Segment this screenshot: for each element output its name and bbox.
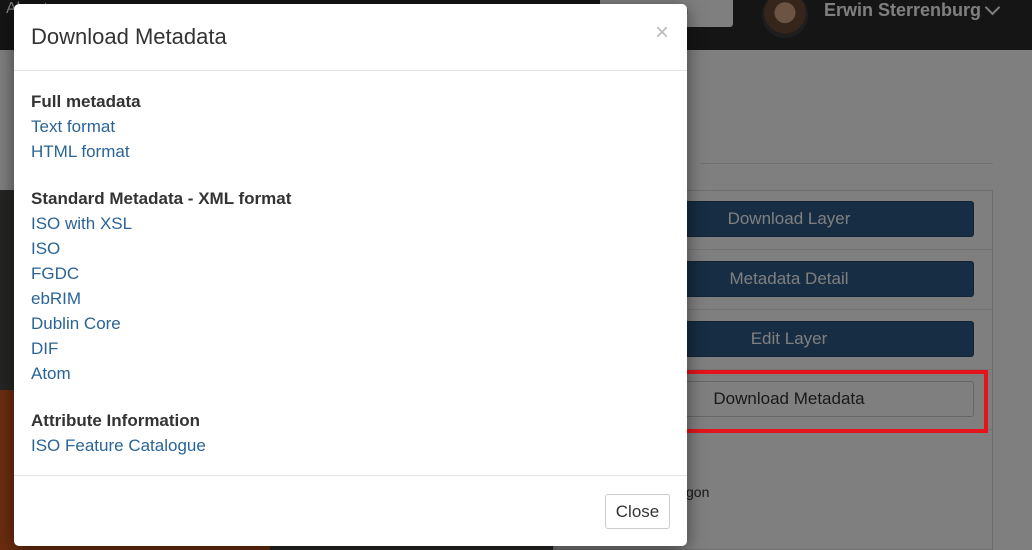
modal-footer: Close — [14, 475, 687, 546]
link-ebrim[interactable]: ebRIM — [31, 286, 671, 311]
modal-body: Full metadata Text format HTML format St… — [31, 89, 671, 480]
section-full-metadata: Full metadata Text format HTML format — [31, 89, 671, 164]
close-icon[interactable]: × — [655, 21, 669, 45]
modal-header: Download Metadata × — [14, 4, 687, 71]
modal-title: Download Metadata — [31, 24, 227, 49]
section-title: Attribute Information — [31, 411, 201, 430]
link-dif[interactable]: DIF — [31, 336, 671, 361]
section-title: Standard Metadata - XML format — [31, 189, 292, 208]
link-iso-feature-catalogue[interactable]: ISO Feature Catalogue — [31, 433, 671, 458]
section-standard-metadata: Standard Metadata - XML format ISO with … — [31, 186, 671, 386]
link-atom[interactable]: Atom — [31, 361, 671, 386]
link-dublin-core[interactable]: Dublin Core — [31, 311, 671, 336]
highlight-annotation — [660, 370, 988, 433]
download-metadata-modal: Download Metadata × Full metadata Text f… — [14, 4, 687, 546]
link-html-format[interactable]: HTML format — [31, 139, 671, 164]
link-text-format[interactable]: Text format — [31, 114, 671, 139]
link-fgdc[interactable]: FGDC — [31, 261, 671, 286]
close-button[interactable]: Close — [605, 494, 670, 529]
link-iso[interactable]: ISO — [31, 236, 671, 261]
section-attribute-information: Attribute Information ISO Feature Catalo… — [31, 408, 671, 458]
link-iso-with-xsl[interactable]: ISO with XSL — [31, 211, 671, 236]
section-title: Full metadata — [31, 92, 141, 111]
